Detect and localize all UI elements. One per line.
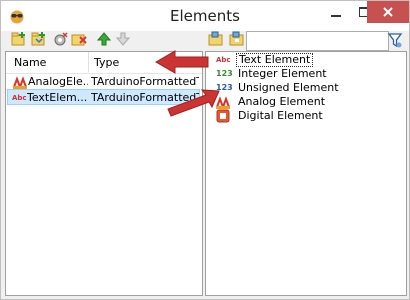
- move-up-icon[interactable]: [96, 31, 112, 47]
- close-icon: [383, 7, 393, 17]
- elements-window: Elements Name Type AnalogEle... TArduino…: [0, 0, 410, 300]
- minimize-button[interactable]: [322, 1, 350, 23]
- text-element-icon: Abc: [216, 56, 231, 64]
- annotation-arrow-right: [167, 89, 220, 117]
- row-name: AnalogEle...: [28, 75, 88, 88]
- open-folder-icon[interactable]: [208, 31, 224, 47]
- close-button[interactable]: [367, 1, 409, 23]
- insert-icon[interactable]: [31, 31, 47, 47]
- title-bar[interactable]: Elements: [1, 1, 409, 31]
- add-icon[interactable]: [11, 31, 27, 47]
- gear-delete-icon[interactable]: [52, 31, 68, 47]
- integer-element-icon: 123: [216, 69, 233, 78]
- palette-item-label: Text Element: [236, 53, 314, 67]
- column-header-name[interactable]: Name: [9, 52, 82, 72]
- palette-item-label: Analog Element: [238, 95, 326, 108]
- palette-item-label: Unsigned Element: [238, 81, 339, 94]
- analog-element-icon: [13, 76, 27, 89]
- text-element-icon: Abc: [12, 94, 27, 102]
- element-palette[interactable]: Abc Text Element 123 Integer Element 123…: [205, 51, 407, 296]
- search-input[interactable]: [246, 31, 389, 51]
- palette-item-label: Integer Element: [238, 67, 327, 80]
- annotation-arrow-left: [155, 50, 209, 74]
- delete-icon[interactable]: [71, 31, 87, 47]
- filter-icon[interactable]: [387, 31, 403, 49]
- row-name: TextElem...: [27, 91, 87, 104]
- folder-icon[interactable]: [229, 31, 245, 47]
- move-down-icon[interactable]: [115, 31, 131, 47]
- palette-item-label: Digital Element: [238, 109, 323, 122]
